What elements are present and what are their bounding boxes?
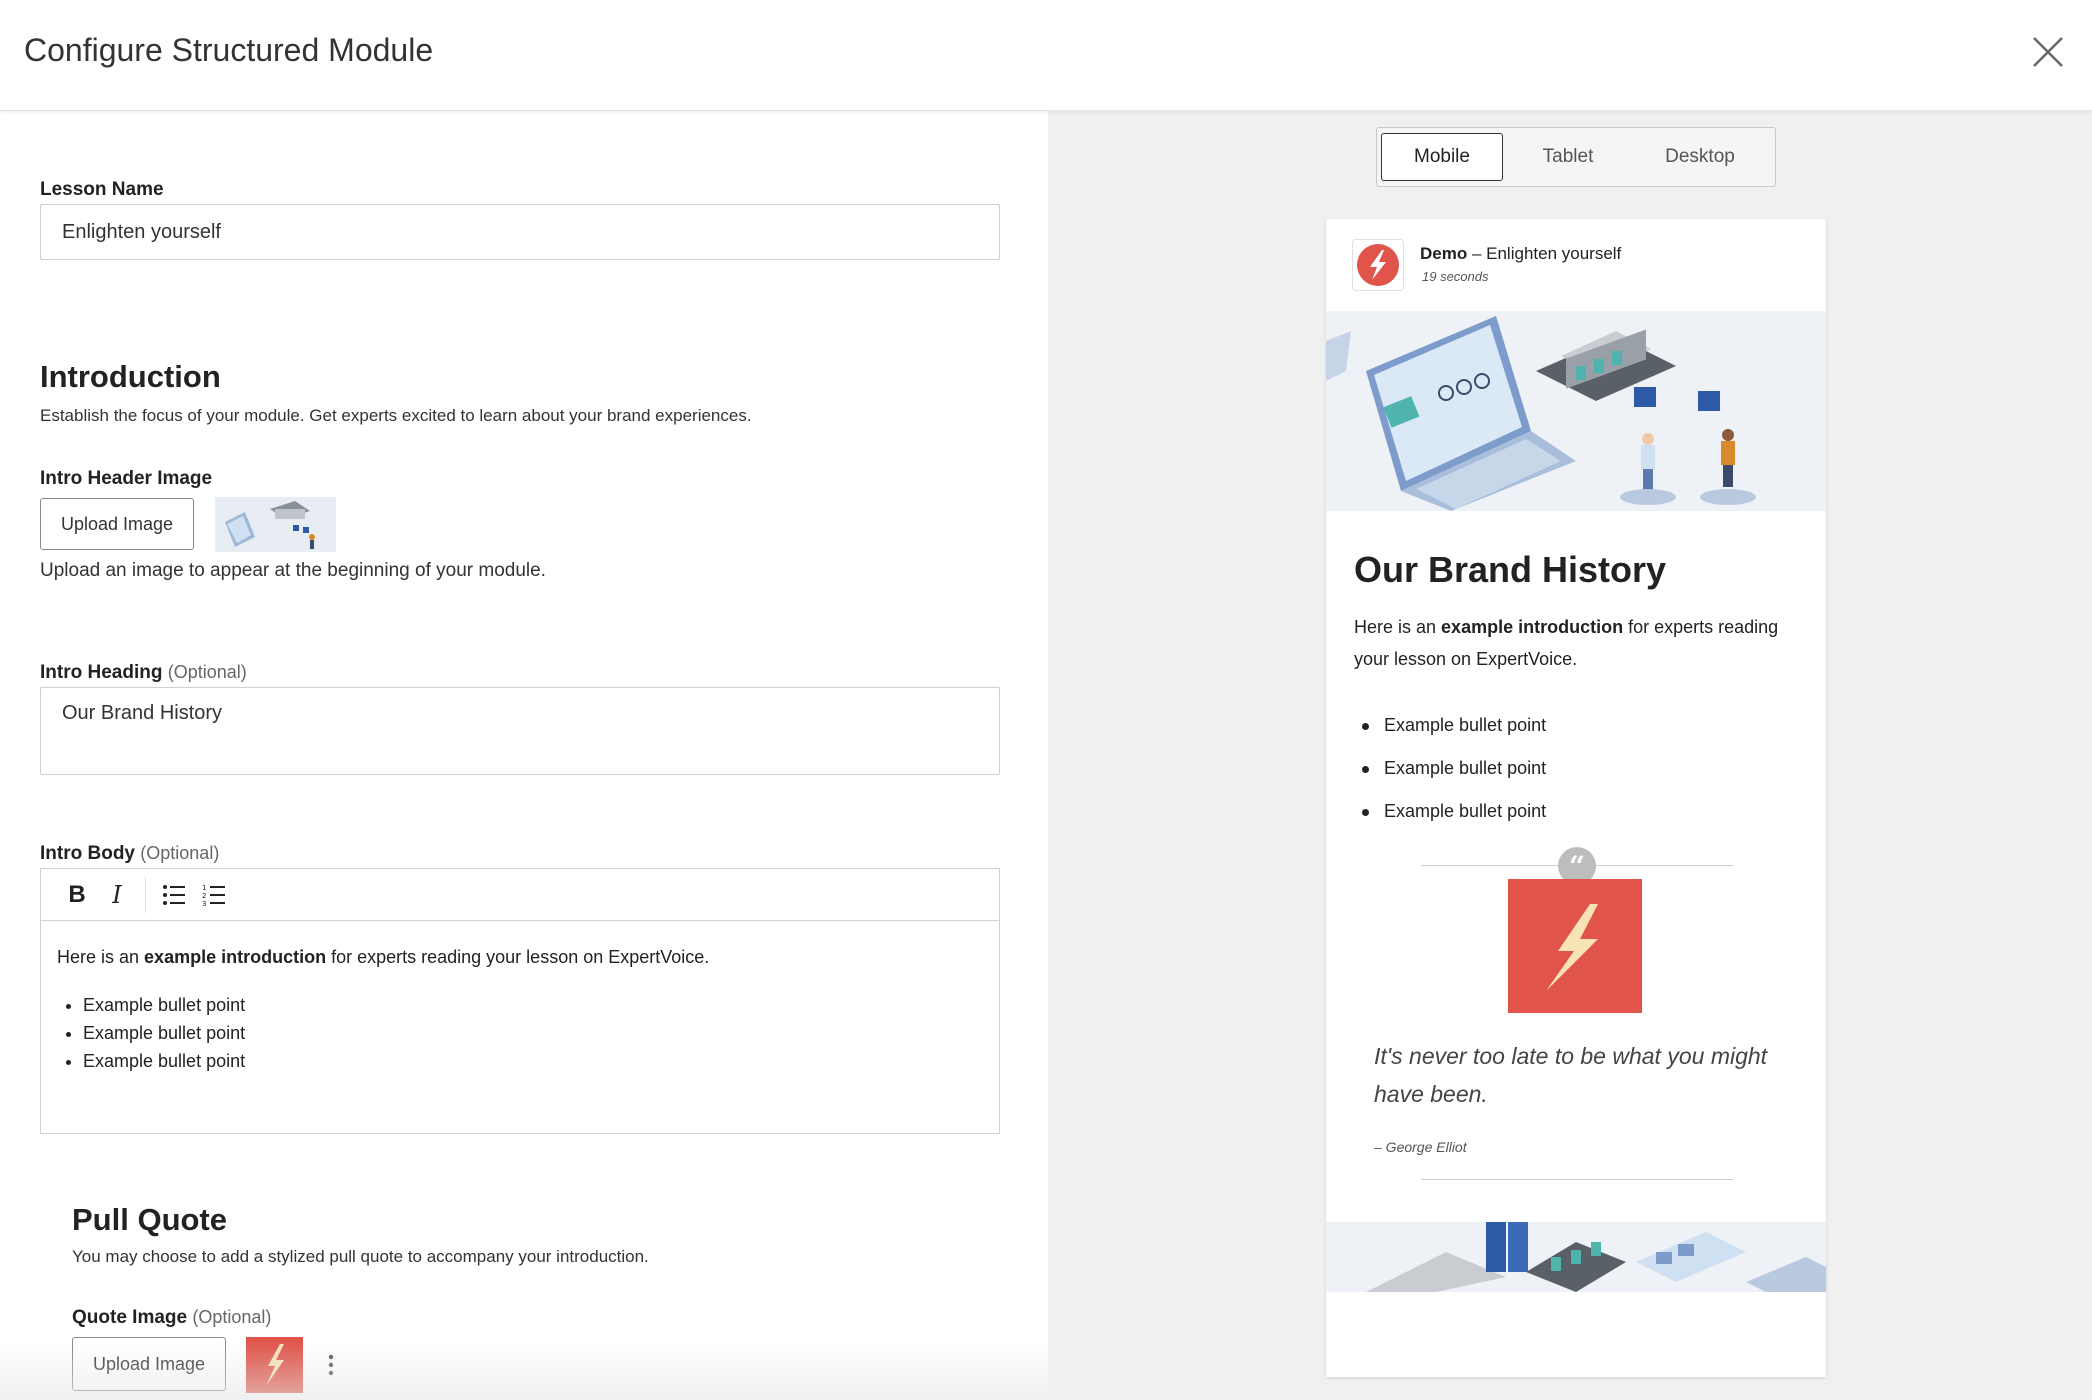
intro-heading-label-text: Intro Heading — [40, 662, 163, 683]
quote-image-options-button[interactable] — [318, 1347, 344, 1383]
preview-duration: 19 seconds — [1422, 269, 1489, 284]
lightning-bolt-icon — [265, 1344, 284, 1386]
close-icon — [2033, 37, 2063, 67]
preview-bullet-item: Example bullet point — [1354, 747, 1804, 790]
editor-paragraph: Here is an example introduction for expe… — [57, 943, 983, 971]
pull-quote-description: You may choose to add a stylized pull qu… — [72, 1247, 649, 1266]
hero-illustration — [1326, 311, 1826, 511]
preview-body: Here is an example introduction for expe… — [1354, 611, 1804, 675]
intro-upload-helper: Upload an image to appear at the beginni… — [40, 560, 546, 581]
editor-bullet-item: Example bullet point — [83, 1019, 983, 1047]
svg-text:2: 2 — [202, 892, 206, 900]
bullet-list-icon — [163, 884, 185, 905]
preview-panel: Mobile Tablet Desktop Demo – Enlighten y… — [1048, 111, 2092, 1400]
preview-bullet-list: Example bullet point Example bullet poin… — [1354, 704, 1804, 833]
preview-bullet-item: Example bullet point — [1354, 704, 1804, 747]
intro-heading-optional: (Optional) — [167, 662, 247, 682]
intro-heading-input[interactable]: Our Brand History — [40, 687, 1000, 775]
preview-lesson-title: Demo – Enlighten yourself — [1420, 244, 1621, 264]
editor-content[interactable]: Here is an example introduction for expe… — [41, 921, 999, 1097]
preview-header: Demo – Enlighten yourself 19 seconds — [1326, 219, 1826, 311]
svg-text:3: 3 — [202, 900, 206, 906]
quote-image-label: Quote Image (Optional) — [72, 1307, 271, 1329]
quote-image-optional: (Optional) — [192, 1307, 272, 1327]
preview-body-pre: Here is an — [1354, 617, 1442, 637]
intro-section-description: Establish the focus of your module. Get … — [40, 406, 752, 425]
tab-tablet[interactable]: Tablet — [1503, 133, 1633, 181]
lightning-logo-icon — [1357, 244, 1399, 286]
preview-heading: Our Brand History — [1354, 549, 1667, 590]
preview-hero-image — [1326, 311, 1826, 511]
numbered-list-icon: 1 2 3 — [202, 884, 225, 906]
toolbar-divider — [145, 876, 146, 913]
editor-text-bold: example introduction — [144, 947, 327, 967]
lesson-name-input[interactable] — [40, 204, 1000, 260]
editor-text-pre: Here is an — [57, 947, 145, 967]
editor-bullet-item: Example bullet point — [83, 1047, 983, 1075]
section-illustration — [1326, 1222, 1826, 1292]
intro-section-title: Introduction — [40, 359, 221, 394]
preview-quote-text: It's never too late to be what you might… — [1374, 1043, 1768, 1107]
pull-quote-section-title: Pull Quote — [72, 1202, 227, 1237]
intro-header-image-label: Intro Header Image — [40, 468, 213, 489]
numbered-list-button[interactable]: 1 2 3 — [194, 875, 234, 915]
tab-desktop[interactable]: Desktop — [1633, 133, 1767, 181]
intro-header-thumbnail[interactable] — [215, 497, 336, 552]
quote-bottom-rule — [1421, 1179, 1733, 1180]
editor-text-post: for experts reading your lesson on Exper… — [326, 947, 710, 967]
intro-body-label-text: Intro Body — [40, 843, 135, 864]
svg-text:1: 1 — [202, 884, 206, 892]
mobile-preview: Demo – Enlighten yourself 19 seconds Our… — [1326, 219, 1826, 1377]
form-panel: Lesson Name Introduction Establish the f… — [0, 111, 1048, 1400]
bullet-list-button[interactable] — [154, 875, 194, 915]
device-toggle: Mobile Tablet Desktop — [1376, 127, 1776, 187]
quote-image-thumbnail[interactable] — [246, 1337, 303, 1393]
editor-toolbar: B I 1 2 3 — [41, 869, 999, 921]
preview-quote-author: – George Elliot — [1374, 1139, 1467, 1155]
editor-bullet-list: Example bullet point Example bullet poin… — [57, 991, 983, 1075]
preview-lesson-name: Enlighten yourself — [1486, 244, 1622, 263]
preview-brand: Demo — [1420, 244, 1468, 263]
intro-upload-image-button[interactable]: Upload Image — [40, 498, 194, 550]
close-button[interactable] — [2028, 32, 2068, 72]
tab-mobile[interactable]: Mobile — [1381, 133, 1503, 181]
modal-title: Configure Structured Module — [24, 32, 434, 68]
modal-header: Configure Structured Module — [0, 0, 2092, 111]
preview-section-image — [1326, 1222, 1826, 1292]
header-illustration-thumb — [225, 501, 315, 549]
preview-body-bold: example introduction — [1441, 617, 1624, 637]
intro-body-editor: B I 1 2 3 Here is an example introductio… — [40, 868, 1000, 1134]
lightning-bolt-icon — [1546, 904, 1598, 991]
preview-title-separator: – — [1467, 244, 1487, 263]
brand-logo — [1352, 239, 1404, 291]
intro-body-optional: (Optional) — [140, 843, 220, 863]
preview-bullet-item: Example bullet point — [1354, 790, 1804, 833]
lesson-name-label: Lesson Name — [40, 179, 164, 200]
intro-body-label: Intro Body (Optional) — [40, 843, 219, 865]
bold-button[interactable]: B — [57, 875, 97, 915]
quote-image-label-text: Quote Image — [72, 1307, 188, 1328]
preview-quote-image — [1508, 879, 1642, 1013]
quote-upload-image-button[interactable]: Upload Image — [72, 1337, 226, 1391]
intro-heading-label: Intro Heading (Optional) — [40, 662, 247, 684]
editor-bullet-item: Example bullet point — [83, 991, 983, 1019]
italic-button[interactable]: I — [97, 875, 137, 915]
kebab-menu-icon — [328, 1354, 334, 1376]
